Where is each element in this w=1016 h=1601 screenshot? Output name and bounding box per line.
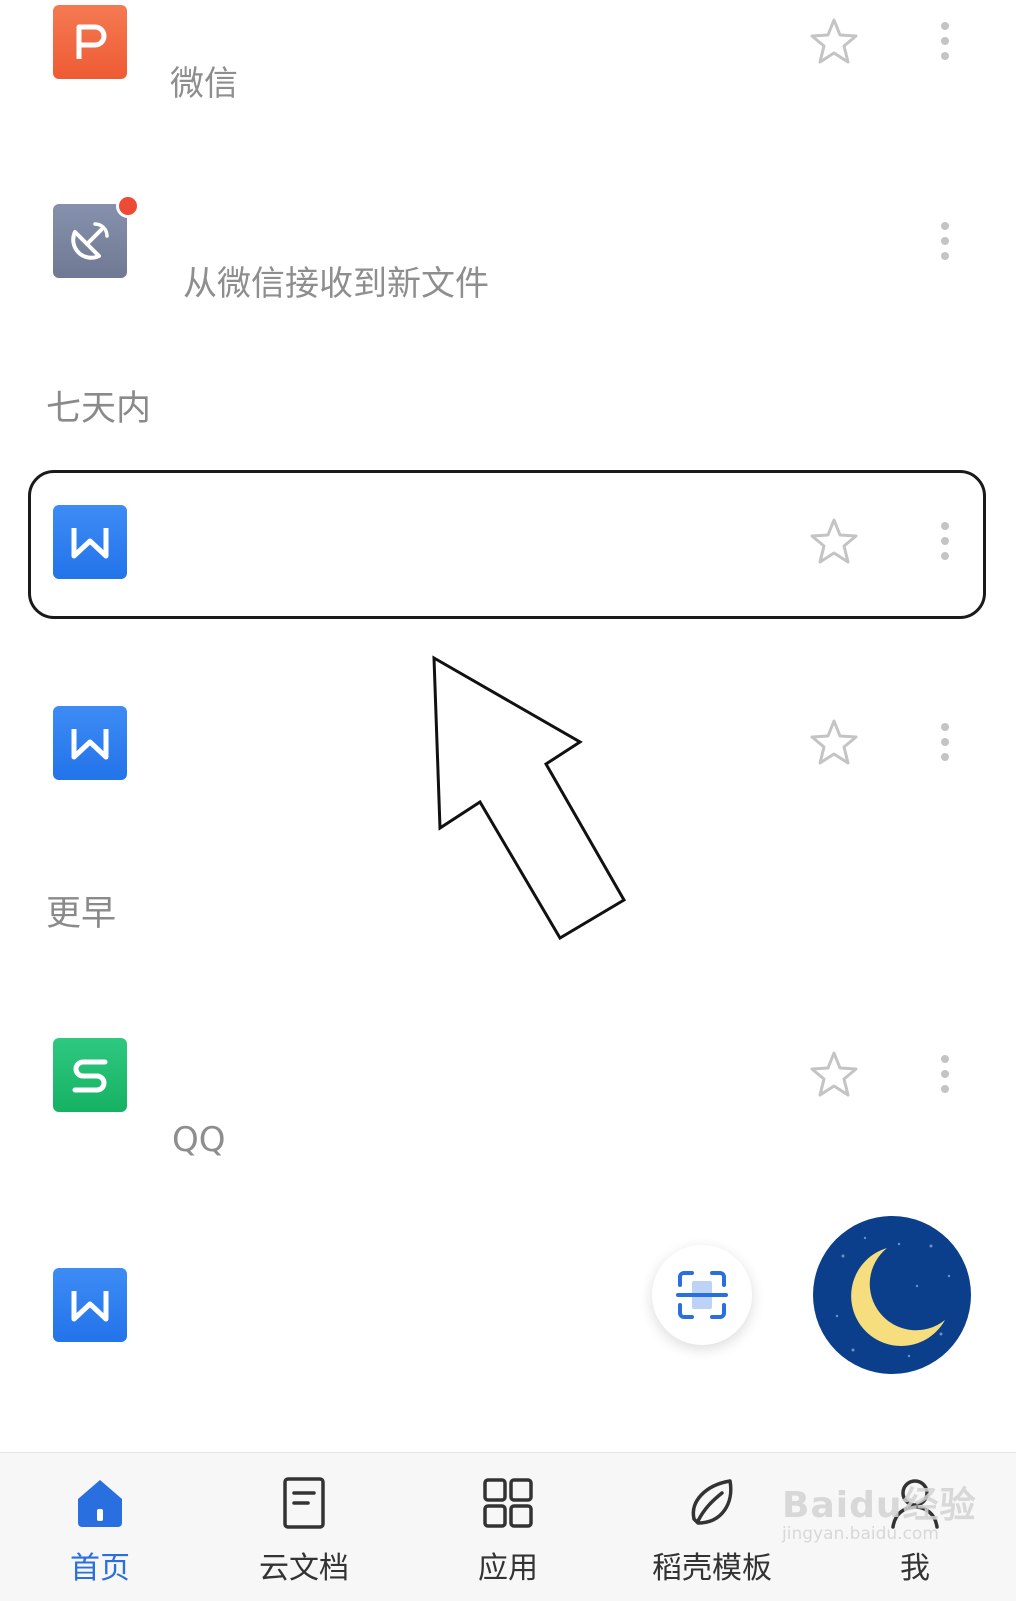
- nav-item-templates[interactable]: 稻壳模板: [641, 1453, 783, 1601]
- word-file-icon[interactable]: [53, 706, 127, 780]
- nav-item-cloud-docs[interactable]: 云文档: [234, 1453, 374, 1601]
- star-icon[interactable]: [808, 1049, 860, 1101]
- more-options-icon[interactable]: [930, 717, 960, 767]
- more-options-icon[interactable]: [930, 16, 960, 66]
- notification-dot: [116, 194, 140, 218]
- more-options-icon[interactable]: [930, 1049, 960, 1099]
- letter-s-icon: [72, 1059, 108, 1093]
- watermark-sub: jingyan.baidu.com: [782, 1524, 939, 1544]
- nav-label: 我: [900, 1551, 930, 1586]
- nav-item-apps[interactable]: 应用: [438, 1453, 578, 1601]
- letter-w-icon: [71, 1291, 109, 1322]
- file-source: 微信: [170, 64, 238, 104]
- moon-icon: [835, 1236, 951, 1358]
- star-icon[interactable]: [808, 16, 860, 68]
- star-icon[interactable]: [808, 717, 860, 769]
- home-icon: [78, 1480, 122, 1527]
- leaf-icon: [691, 1479, 733, 1525]
- nav-label: 应用: [478, 1551, 538, 1586]
- highlight-frame: [28, 470, 986, 619]
- nav-label: 云文档: [259, 1551, 349, 1586]
- night-mode-button[interactable]: [813, 1216, 971, 1374]
- spreadsheet-file-icon[interactable]: [53, 1038, 127, 1112]
- nav-item-home[interactable]: 首页: [30, 1453, 170, 1601]
- satellite-dish-icon: [71, 222, 109, 260]
- file-source: QQ: [172, 1120, 226, 1160]
- baidu-jingyan-watermark: Baidu经验 jingyan.baidu.com: [782, 1488, 976, 1543]
- more-options-icon[interactable]: [930, 216, 960, 266]
- file-transfer-icon[interactable]: [53, 204, 127, 278]
- word-file-icon[interactable]: [53, 1268, 127, 1342]
- section-header-earlier: 更早: [46, 894, 117, 934]
- letter-w-icon: [71, 729, 109, 760]
- scan-button[interactable]: [652, 1245, 752, 1345]
- nav-label: 稻壳模板: [652, 1551, 772, 1586]
- watermark-main: Baidu经验: [782, 1485, 977, 1526]
- section-header-seven-days: 七天内: [46, 389, 152, 429]
- scan-document-icon: [676, 1271, 728, 1319]
- file-transfer-label: 从微信接收到新文件: [183, 264, 489, 304]
- letter-p-icon: [76, 24, 107, 59]
- ppt-file-icon[interactable]: [53, 5, 127, 79]
- pointer-arrow-annotation: [432, 655, 627, 940]
- nav-label: 首页: [70, 1551, 130, 1586]
- apps-grid-icon: [483, 1478, 533, 1528]
- document-icon: [283, 1477, 325, 1529]
